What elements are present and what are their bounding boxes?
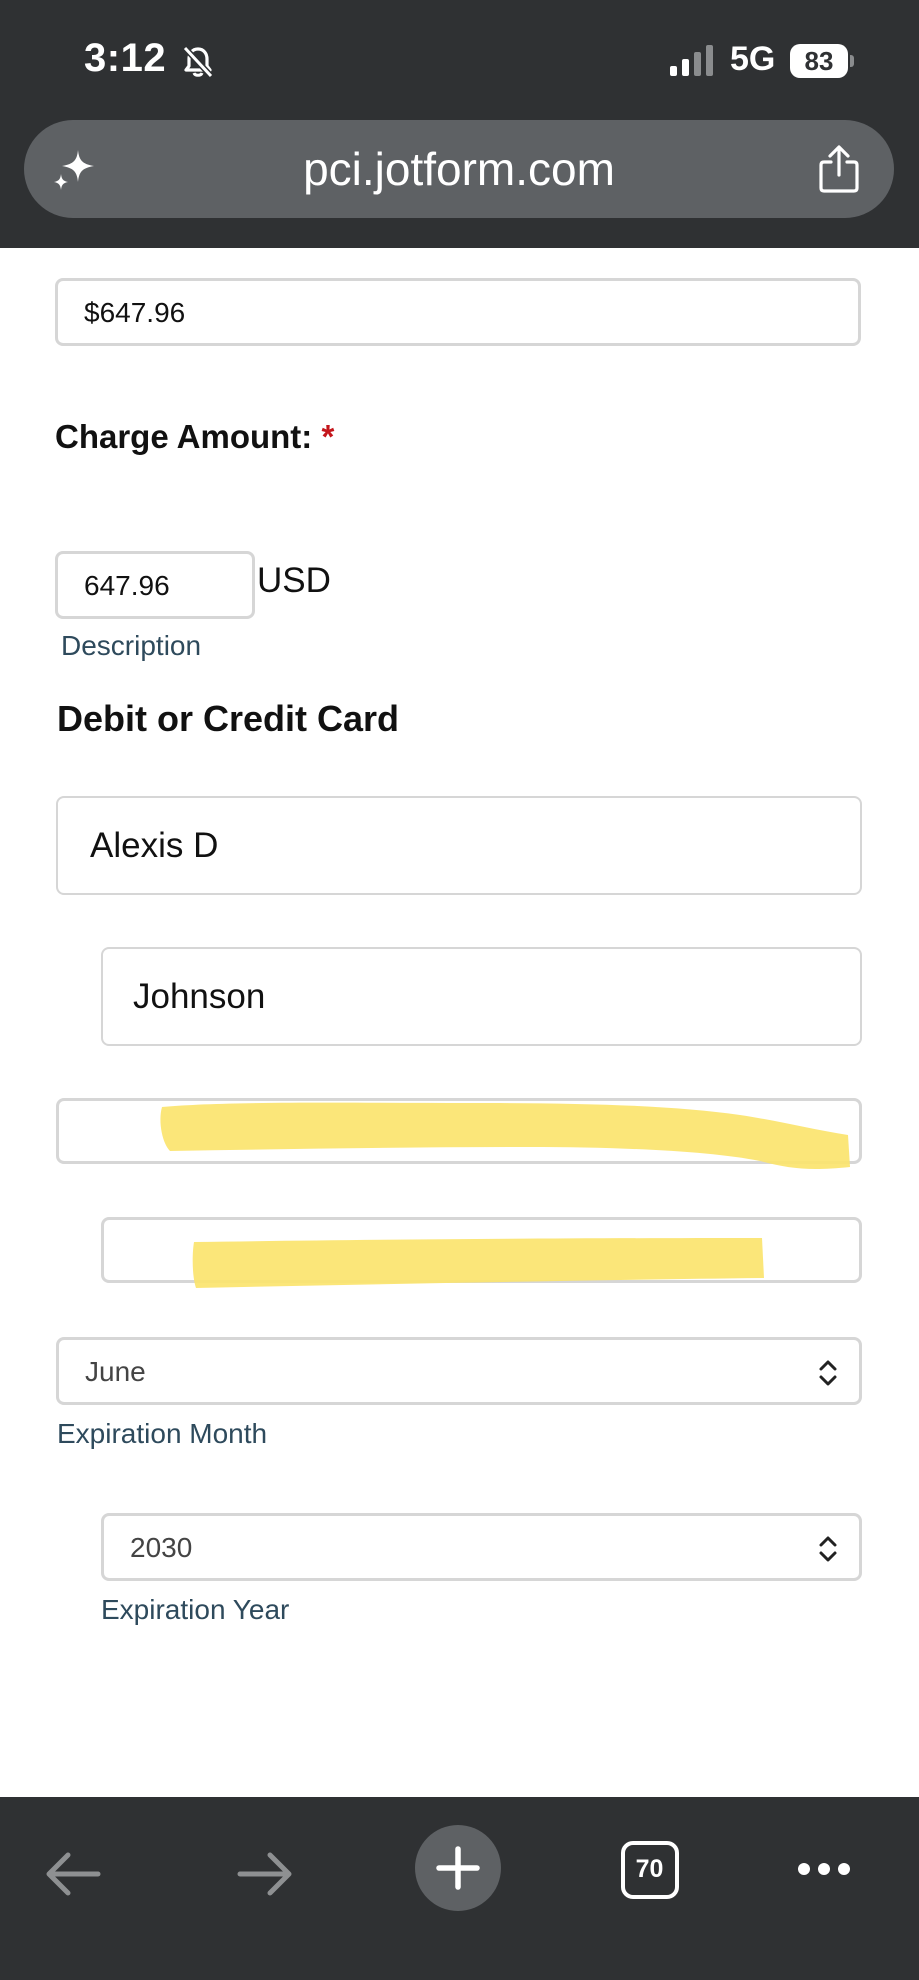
required-mark: * — [321, 418, 335, 455]
new-tab-icon[interactable] — [415, 1825, 501, 1911]
battery-indicator: 83 — [790, 44, 854, 78]
total-amount-value[interactable]: $647.96 — [84, 281, 185, 345]
charge-amount-input[interactable]: 647.96 — [55, 551, 255, 619]
browser-top-chrome: 3:12 5G 83 pci.jotform.com — [0, 0, 919, 248]
first-name-value[interactable]: Alexis D — [90, 798, 218, 893]
more-icon[interactable] — [796, 1859, 852, 1879]
exp-year-value[interactable]: 2030 — [130, 1516, 192, 1580]
exp-year-select[interactable]: 2030 — [101, 1513, 862, 1581]
description-sublabel: Description — [61, 630, 202, 661]
charge-amount-value[interactable]: 647.96 — [84, 554, 170, 618]
tabs-icon[interactable]: 70 — [621, 1841, 679, 1899]
last-name-input[interactable]: Johnson — [101, 947, 862, 1046]
tab-count[interactable]: 70 — [625, 1845, 674, 1894]
currency-label: USD — [257, 561, 331, 600]
select-chevron-icon[interactable] — [817, 1358, 839, 1388]
bell-slash-icon — [182, 45, 214, 79]
first-name-input[interactable]: Alexis D — [56, 796, 862, 895]
redaction-highlight-card-number — [160, 1102, 850, 1169]
select-chevron-icon[interactable] — [817, 1534, 839, 1564]
charge-amount-label-text: Charge Amount: — [55, 418, 313, 455]
total-amount-field[interactable]: $647.96 — [55, 278, 861, 346]
url-bar[interactable]: pci.jotform.com — [24, 120, 894, 218]
battery-level: 83 — [804, 46, 834, 76]
last-name-value[interactable]: Johnson — [133, 949, 265, 1044]
signal-icon — [670, 45, 713, 76]
browser-bottom-toolbar: 70 — [0, 1797, 919, 1980]
forward-icon[interactable] — [236, 1849, 294, 1899]
redaction-highlight-security-code — [192, 1238, 765, 1288]
exp-month-sublabel: Expiration Month — [57, 1418, 268, 1449]
network-type: 5G — [730, 40, 776, 78]
back-icon[interactable] — [44, 1849, 102, 1899]
charge-amount-label: Charge Amount: * — [55, 418, 334, 456]
card-section-title: Debit or Credit Card — [57, 698, 400, 739]
status-time: 3:12 — [84, 36, 167, 80]
share-icon[interactable] — [816, 144, 862, 194]
exp-month-select[interactable]: June — [56, 1337, 862, 1405]
url-text[interactable]: pci.jotform.com — [24, 120, 894, 218]
exp-year-sublabel: Expiration Year — [101, 1594, 290, 1625]
exp-month-value[interactable]: June — [85, 1340, 146, 1404]
